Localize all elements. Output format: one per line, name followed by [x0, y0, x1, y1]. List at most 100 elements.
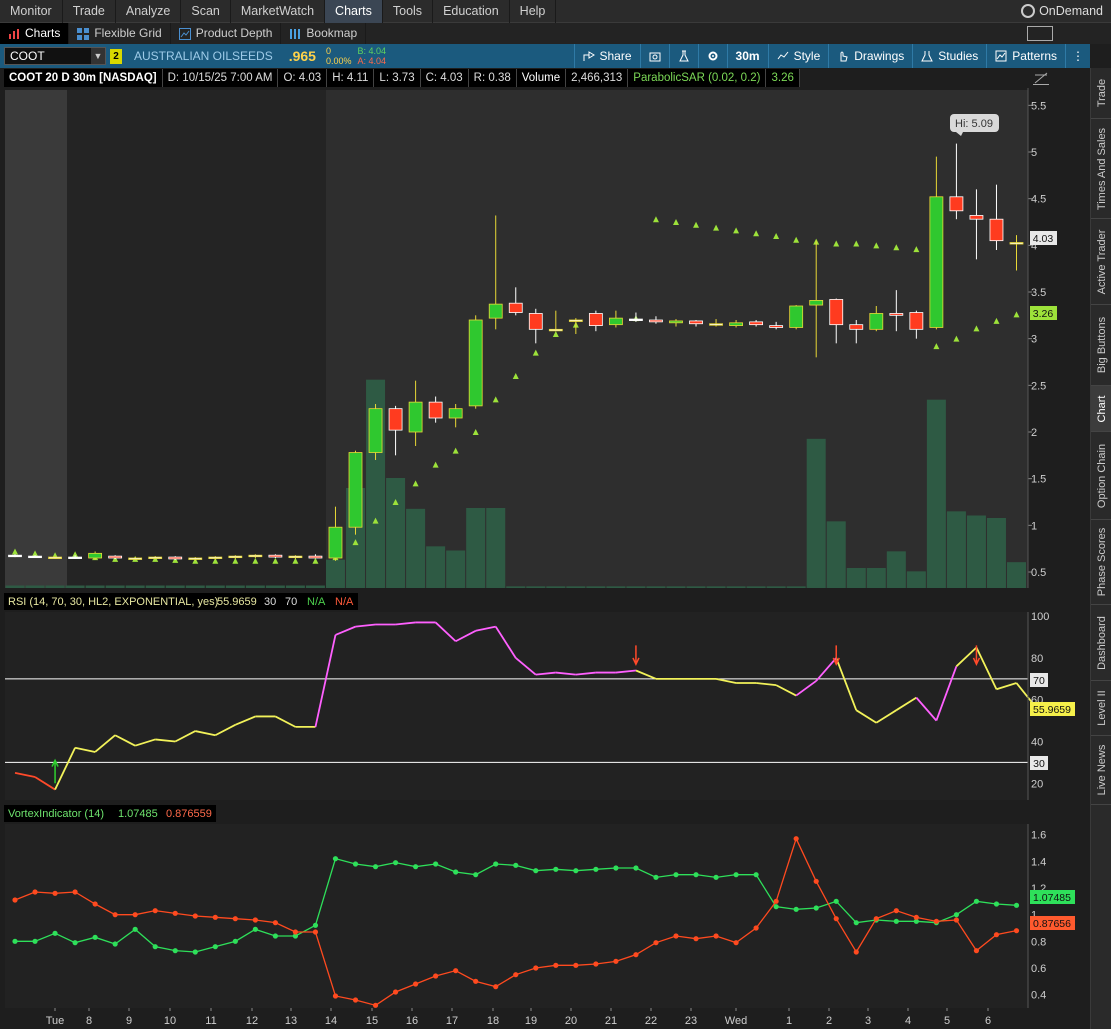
candle-body: [368, 408, 383, 453]
candle-body: [568, 319, 583, 322]
menu-trade[interactable]: Trade: [63, 0, 116, 23]
vi-minus-point: [352, 997, 359, 1003]
subtab-bookmap[interactable]: Bookmap: [281, 23, 367, 44]
vi-plus-point: [733, 872, 739, 878]
menu-help[interactable]: Help: [510, 0, 557, 23]
snapshot-button[interactable]: [639, 44, 669, 68]
menu-scan[interactable]: Scan: [181, 0, 231, 23]
menu-analyze[interactable]: Analyze: [116, 0, 182, 23]
settings-button[interactable]: [697, 44, 727, 68]
menu-education[interactable]: Education: [433, 0, 510, 23]
vi-plus-point: [252, 926, 258, 932]
subtab-flexible-grid[interactable]: Flexible Grid: [69, 23, 171, 44]
menu-marketwatch[interactable]: MarketWatch: [231, 0, 326, 23]
vi-minus-point: [192, 913, 198, 919]
bid-ask: B: 4.04 A: 4.04: [358, 46, 387, 66]
volume-bar: [486, 508, 506, 588]
style-button[interactable]: Style: [767, 44, 829, 68]
rsi-tick-label: 80: [1031, 653, 1043, 665]
vi-plus-point: [392, 860, 399, 866]
patterns-button[interactable]: Patterns: [986, 44, 1065, 68]
volume-bar: [866, 568, 886, 588]
vortex-tick-label: 1.4: [1031, 856, 1046, 868]
side-tab-option-chain[interactable]: Option Chain: [1091, 432, 1111, 520]
rsi-value: 55.9659: [217, 596, 257, 608]
subtab-charts[interactable]: Charts: [0, 23, 70, 44]
rsi-70-badge-text: 70: [1033, 675, 1045, 687]
vi-minus-point: [893, 908, 899, 914]
time-tick-label: 12: [246, 1015, 258, 1027]
vi-minus-point: [72, 889, 78, 895]
vi-minus-point: [513, 972, 519, 978]
vi-plus-point: [633, 865, 639, 871]
expand-chart-icon[interactable]: [1033, 71, 1049, 85]
bid-value: B: 4.04: [357, 46, 387, 56]
candle-body: [809, 299, 824, 306]
vi-plus-point: [152, 944, 158, 950]
side-tab-big-buttons[interactable]: Big Buttons: [1091, 305, 1111, 386]
symbol-input[interactable]: COOT ▼: [4, 47, 106, 65]
vi-plus-point: [332, 856, 339, 862]
side-tab-live-news-label: Live News: [1095, 744, 1108, 796]
drawings-button[interactable]: Drawings: [828, 44, 912, 68]
vi-minus-point: [152, 908, 158, 914]
subtab-product-depth[interactable]: Product Depth: [171, 23, 282, 44]
menu-charts[interactable]: Charts: [325, 0, 383, 23]
interval-button[interactable]: 30m: [726, 44, 768, 68]
menu-tools[interactable]: Tools: [383, 0, 434, 23]
chart-info-bar: COOT 20 D 30m [NASDAQ] D: 10/15/25 7:00 …: [4, 69, 800, 87]
side-tab-trade-label: Trade: [1095, 78, 1108, 108]
side-tab-live-news[interactable]: Live News: [1091, 736, 1111, 805]
side-tab-dashboard[interactable]: Dashboard: [1091, 605, 1111, 681]
volume-bar: [466, 508, 486, 588]
symbol-dropdown-icon[interactable]: ▼: [91, 48, 105, 64]
side-tab-phase-scores[interactable]: Phase Scores: [1091, 520, 1111, 605]
vi-plus-point: [52, 930, 58, 936]
candle-body: [408, 401, 423, 433]
vi-plus-point: [753, 872, 759, 878]
vi-minus-point: [292, 929, 299, 935]
rsi-30-badge: 30: [1030, 756, 1048, 770]
time-tick-label: 20: [565, 1015, 577, 1027]
menu-monitor[interactable]: Monitor: [0, 0, 63, 23]
side-tab-chart[interactable]: Chart: [1091, 386, 1111, 432]
side-tab-level-ii[interactable]: Level II: [1091, 681, 1111, 736]
time-tick-label: 19: [525, 1015, 537, 1027]
net-change-percent: 0.00%: [325, 56, 352, 66]
time-tick-label: 18: [487, 1015, 499, 1027]
price-chart-panel[interactable]: 5.554.543.532.521.510.5 Hi: 5.09 4.03 3.…: [0, 88, 1090, 588]
patterns-label: Patterns: [1012, 49, 1057, 63]
candle-body: [528, 313, 543, 330]
volume-bar: [305, 585, 325, 588]
vi-minus-point: [693, 936, 699, 942]
more-options-icon[interactable]: ⋮: [1065, 44, 1090, 68]
vi-minus-point: [132, 912, 138, 918]
side-tab-trade[interactable]: Trade: [1091, 68, 1111, 119]
company-name: AUSTRALIAN OILSEEDS: [134, 49, 273, 63]
volume-bar: [986, 518, 1006, 588]
rsi-study-panel[interactable]: RSI (14, 70, 30, HL2, EXPONENTIAL, yes) …: [0, 590, 1090, 800]
time-tick-label: 4: [905, 1015, 911, 1027]
time-tick-label: 3: [865, 1015, 871, 1027]
side-tab-active-trader[interactable]: Active Trader: [1091, 219, 1111, 305]
candle-body: [28, 555, 42, 559]
vi-plus-point: [813, 905, 819, 911]
candle-body: [729, 322, 743, 327]
volume-bar: [586, 586, 606, 588]
studies-button[interactable]: Studies: [912, 44, 986, 68]
share-button[interactable]: Share: [573, 44, 640, 68]
price-tick-label: 0.5: [1031, 567, 1046, 579]
side-tab-times-and-sales[interactable]: Times And Sales: [1091, 119, 1111, 219]
vi-minus-point: [713, 933, 719, 939]
vortex-study-panel[interactable]: VortexIndicator (14) 1.07485 0.876559 1.…: [0, 802, 1090, 1008]
candle-body: [288, 555, 303, 559]
bar-close: C: 4.03: [421, 69, 469, 87]
vim-badge: 0.87656: [1030, 916, 1075, 930]
candle-body: [969, 215, 984, 220]
last-price-label: 4.03: [1033, 233, 1054, 245]
flask-button[interactable]: [668, 44, 698, 68]
window-layout-button[interactable]: [1027, 26, 1053, 41]
candle-body: [669, 320, 683, 324]
link-group-badge[interactable]: 2: [110, 48, 122, 64]
ondemand-button[interactable]: OnDemand: [1021, 0, 1103, 23]
